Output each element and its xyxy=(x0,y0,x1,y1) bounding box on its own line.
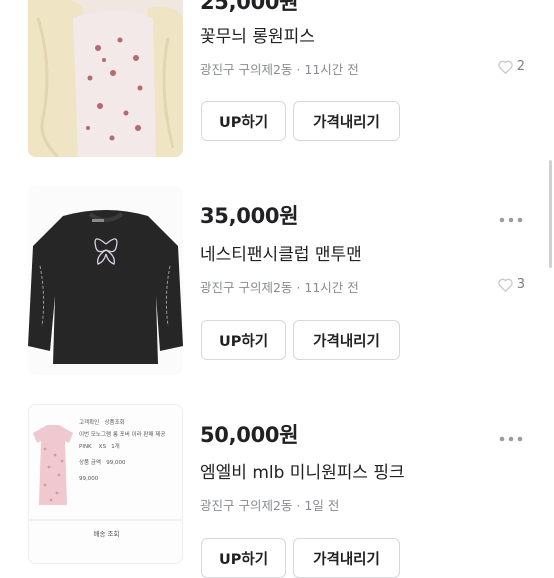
meta-separator: · xyxy=(296,498,301,513)
listing-meta: 광진구 구의제2동 · 1일 전 xyxy=(200,495,339,514)
listing-title[interactable]: 네스티팬시클럽 맨투맨 xyxy=(200,240,362,265)
product-thumbnail[interactable]: 고객확인 상품조회 이번 모노그램 롱 포버 이라 판매 제공 PINK XS … xyxy=(28,404,183,564)
scrollbar[interactable] xyxy=(549,160,552,268)
thumb-label: 99,000 xyxy=(79,476,99,482)
heart-icon xyxy=(497,278,513,292)
listing-price: 25,000원 xyxy=(200,0,299,14)
listing-time: 11시간 전 xyxy=(304,280,359,295)
listing-time: 1일 전 xyxy=(304,498,340,513)
more-options-icon[interactable] xyxy=(498,209,524,223)
product-thumbnail[interactable] xyxy=(28,186,183,375)
thumb-label: 이번 모노그램 롱 포버 이라 판매 제공 xyxy=(79,432,166,438)
listing-price: 50,000원 xyxy=(200,423,299,447)
listing-location: 광진구 구의제2동 xyxy=(200,280,293,295)
thumb-label: PINK xyxy=(79,444,92,450)
thumb-label: 상품 금액 xyxy=(79,460,101,466)
price-down-button[interactable]: 가격내리기 xyxy=(293,320,400,360)
listing-price: 35,000원 xyxy=(200,204,299,228)
up-button[interactable]: UP하기 xyxy=(201,101,286,141)
like-count-value: 2 xyxy=(516,59,525,74)
thumb-label: 1개 xyxy=(111,444,120,450)
listing-meta: 광진구 구의제2동 · 11시간 전 xyxy=(200,59,359,78)
meta-separator: · xyxy=(296,62,301,77)
thumb-footer: 배송 조회 xyxy=(93,530,120,538)
listing-location: 광진구 구의제2동 xyxy=(200,498,293,513)
price-down-button[interactable]: 가격내리기 xyxy=(293,101,400,141)
like-count: 2 xyxy=(497,59,525,74)
listing-meta: 광진구 구의제2동 · 11시간 전 xyxy=(200,277,359,296)
meta-separator: · xyxy=(296,280,301,295)
like-count-value: 3 xyxy=(516,277,525,292)
thumb-label: XS xyxy=(98,444,106,450)
heart-icon xyxy=(497,60,513,74)
price-down-button[interactable]: 가격내리기 xyxy=(293,538,400,578)
listing-location: 광진구 구의제2동 xyxy=(200,62,293,77)
listing-title[interactable]: 엠엘비 mlb 미니원피스 핑크 xyxy=(200,458,405,483)
more-options-icon[interactable] xyxy=(498,428,524,442)
thumb-label: 고객확인 xyxy=(79,420,100,426)
up-button[interactable]: UP하기 xyxy=(201,538,286,578)
thumb-order-text: 고객확인 상품조회 이번 모노그램 롱 포버 이라 판매 제공 PINK XS … xyxy=(79,417,181,485)
like-count: 3 xyxy=(497,277,525,292)
thumb-label: 99,000 xyxy=(106,460,126,466)
listing-time: 11시간 전 xyxy=(304,62,359,77)
product-thumbnail[interactable] xyxy=(28,0,183,157)
listing-title[interactable]: 꽃무늬 롱원피스 xyxy=(200,22,315,47)
up-button[interactable]: UP하기 xyxy=(201,320,286,360)
thumb-label: 상품조회 xyxy=(104,420,125,426)
